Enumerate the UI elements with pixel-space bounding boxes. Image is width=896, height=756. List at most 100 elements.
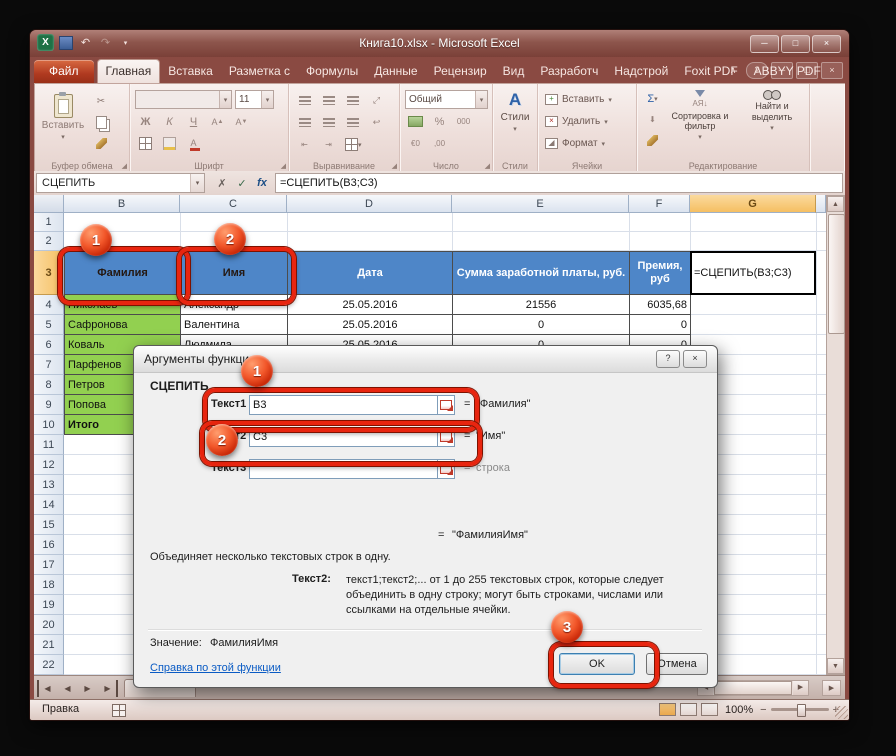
scroll-right-edge-icon[interactable]: ▶ bbox=[822, 680, 841, 696]
comma-style-icon[interactable]: 000 bbox=[453, 113, 474, 130]
horizontal-scroll-thumb[interactable] bbox=[714, 681, 792, 695]
cell[interactable]: 0 bbox=[453, 315, 630, 335]
font-dialog-launcher-icon[interactable]: ◢ bbox=[281, 163, 286, 170]
tab-page-layout[interactable]: Разметка с bbox=[221, 60, 298, 83]
dialog-title-bar[interactable]: Аргументы функции ? × bbox=[134, 346, 717, 373]
minimize-button[interactable]: ─ bbox=[750, 35, 779, 53]
column-header-partial[interactable] bbox=[816, 195, 826, 213]
dialog-help-icon[interactable]: ? bbox=[656, 350, 680, 368]
row-header-11[interactable]: 11 bbox=[34, 435, 64, 455]
font-name-combo[interactable]: ▾ bbox=[135, 90, 232, 109]
function-help-link[interactable]: Справка по этой функции bbox=[150, 662, 281, 674]
active-cell-g3[interactable]: =СЦЕПИТЬ(B3;C3) bbox=[690, 251, 816, 295]
align-left-icon[interactable] bbox=[294, 114, 315, 131]
column-header-e[interactable]: E bbox=[452, 195, 629, 213]
underline-button[interactable]: Ч bbox=[183, 113, 204, 130]
row-header-17[interactable]: 17 bbox=[34, 555, 64, 575]
insert-cells-button[interactable]: + Вставить ▾ bbox=[545, 94, 612, 105]
grow-font-icon[interactable]: A▲ bbox=[207, 113, 228, 130]
doc-restore-icon[interactable]: □ bbox=[796, 62, 818, 79]
scroll-down-icon[interactable]: ▼ bbox=[827, 658, 844, 674]
normal-view-icon[interactable] bbox=[659, 703, 676, 716]
accounting-format-icon[interactable] bbox=[405, 113, 426, 130]
font-color-icon[interactable]: А bbox=[183, 135, 204, 152]
fill-color-icon[interactable] bbox=[159, 135, 180, 152]
tab-insert[interactable]: Вставка bbox=[160, 60, 221, 83]
alignment-dialog-launcher-icon[interactable]: ◢ bbox=[392, 163, 397, 170]
row-header-1[interactable]: 1 bbox=[34, 213, 64, 232]
paste-button[interactable]: Вставить ▾ bbox=[40, 89, 86, 161]
maximize-button[interactable]: □ bbox=[781, 35, 810, 53]
italic-button[interactable]: К bbox=[159, 113, 180, 130]
zoom-level[interactable]: 100% bbox=[725, 704, 753, 716]
row-header-22[interactable]: 22 bbox=[34, 655, 64, 675]
row-header-12[interactable]: 12 bbox=[34, 455, 64, 475]
number-format-combo[interactable]: Общий▾ bbox=[405, 90, 488, 109]
column-header-d[interactable]: D bbox=[287, 195, 452, 213]
doc-minimize-icon[interactable]: ─ bbox=[771, 62, 793, 79]
row-header-7[interactable]: 7 bbox=[34, 355, 64, 375]
clipboard-dialog-launcher-icon[interactable]: ◢ bbox=[122, 163, 127, 170]
styles-button[interactable]: А Стили ▾ bbox=[497, 90, 533, 152]
collapse-ribbon-icon[interactable]: ∧ bbox=[723, 63, 743, 78]
find-select-button[interactable]: Найти и выделить ▾ bbox=[737, 90, 807, 154]
row-header-5[interactable]: 5 bbox=[34, 315, 64, 335]
close-button[interactable]: × bbox=[812, 35, 841, 53]
tab-developer[interactable]: Разработч bbox=[532, 60, 606, 83]
format-painter-icon[interactable] bbox=[90, 134, 112, 152]
zoom-out-icon[interactable]: − bbox=[760, 704, 766, 716]
row-header-14[interactable]: 14 bbox=[34, 495, 64, 515]
decrease-decimal-icon[interactable]: ,00 bbox=[429, 135, 450, 152]
row-header-8[interactable]: 8 bbox=[34, 375, 64, 395]
last-sheet-icon[interactable]: ▶ bbox=[99, 680, 118, 697]
cell[interactable]: 6035,68 bbox=[630, 295, 691, 315]
first-sheet-icon[interactable]: ◀ bbox=[37, 680, 56, 697]
tab-data[interactable]: Данные bbox=[366, 60, 425, 83]
next-sheet-icon[interactable]: ▶ bbox=[79, 680, 96, 697]
align-center-icon[interactable] bbox=[318, 114, 339, 131]
tab-file[interactable]: Файл bbox=[34, 60, 94, 83]
cell[interactable]: Валентина bbox=[181, 315, 288, 335]
borders-icon[interactable] bbox=[135, 135, 156, 152]
autosum-icon[interactable]: Σ▾ bbox=[642, 90, 663, 107]
tab-view[interactable]: Вид bbox=[495, 60, 533, 83]
row-header-2[interactable]: 2 bbox=[34, 232, 64, 251]
format-cells-button[interactable]: ◢ Формат ▾ bbox=[545, 138, 605, 149]
cell-e3[interactable]: Сумма заработной платы, руб. bbox=[453, 251, 630, 295]
cell[interactable]: 25.05.2016 bbox=[288, 315, 453, 335]
column-header-b[interactable]: B bbox=[64, 195, 180, 213]
shrink-font-icon[interactable]: A▼ bbox=[231, 113, 252, 130]
row-header-10[interactable]: 10 bbox=[34, 415, 64, 435]
name-box[interactable]: СЦЕПИТЬ ▾ bbox=[36, 173, 205, 193]
column-header-f[interactable]: F bbox=[629, 195, 690, 213]
cancel-entry-icon[interactable]: ✗ bbox=[213, 174, 231, 192]
scroll-up-icon[interactable]: ▲ bbox=[827, 196, 844, 212]
row-header-20[interactable]: 20 bbox=[34, 615, 64, 635]
cell[interactable]: 25.05.2016 bbox=[288, 295, 453, 315]
tab-review[interactable]: Рецензир bbox=[426, 60, 495, 83]
select-all-corner[interactable] bbox=[34, 195, 64, 213]
prev-sheet-icon[interactable]: ◀ bbox=[59, 680, 76, 697]
increase-indent-icon[interactable]: ⇥ bbox=[318, 136, 339, 153]
number-dialog-launcher-icon[interactable]: ◢ bbox=[485, 163, 490, 170]
row-header-9[interactable]: 9 bbox=[34, 395, 64, 415]
dialog-close-icon[interactable]: × bbox=[683, 350, 707, 368]
zoom-slider[interactable] bbox=[771, 708, 829, 711]
cell-d3[interactable]: Дата bbox=[288, 251, 453, 295]
decrease-indent-icon[interactable]: ⇤ bbox=[294, 136, 315, 153]
cell[interactable]: Сафронова bbox=[65, 315, 181, 335]
page-break-view-icon[interactable] bbox=[701, 703, 718, 716]
zoom-slider-thumb[interactable] bbox=[797, 704, 806, 717]
column-header-c[interactable]: C bbox=[180, 195, 287, 213]
page-layout-view-icon[interactable] bbox=[680, 703, 697, 716]
name-box-dropdown-icon[interactable]: ▾ bbox=[190, 174, 204, 192]
row-header-21[interactable]: 21 bbox=[34, 635, 64, 655]
align-bottom-icon[interactable] bbox=[342, 92, 363, 109]
help-icon[interactable]: ? bbox=[746, 62, 768, 79]
percent-style-icon[interactable]: % bbox=[429, 113, 450, 130]
copy-icon[interactable] bbox=[90, 113, 112, 131]
font-size-combo[interactable]: 11▾ bbox=[235, 90, 274, 109]
row-header-15[interactable]: 15 bbox=[34, 515, 64, 535]
row-header-19[interactable]: 19 bbox=[34, 595, 64, 615]
row-header-6[interactable]: 6 bbox=[34, 335, 64, 355]
